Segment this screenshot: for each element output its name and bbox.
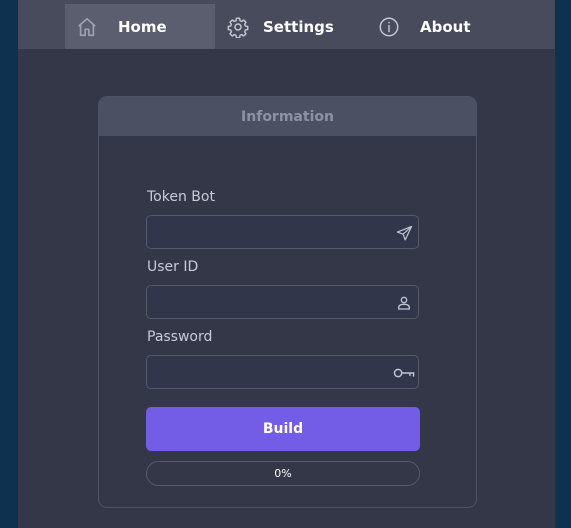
password-field <box>146 355 419 389</box>
info-icon <box>377 16 401 38</box>
user-icon <box>395 294 413 312</box>
nav-item-settings[interactable]: Settings <box>223 4 353 49</box>
home-icon <box>75 16 99 38</box>
token-bot-input[interactable] <box>147 216 403 248</box>
user-id-input[interactable] <box>147 286 403 318</box>
build-button[interactable]: Build <box>146 407 420 451</box>
gear-icon <box>226 16 250 38</box>
nav-item-home[interactable]: Home <box>65 4 215 49</box>
card-title: Information <box>99 97 476 136</box>
nav-item-label: About <box>420 17 471 36</box>
app-window: Home Settings About Information Token Bo… <box>18 0 555 528</box>
password-label: Password <box>147 329 213 345</box>
token-bot-field <box>146 215 419 249</box>
password-input[interactable] <box>147 356 403 388</box>
information-card: Information Token Bot User ID Password B… <box>98 96 477 508</box>
top-navigation: Home Settings About <box>18 0 555 49</box>
nav-item-about[interactable]: About <box>373 4 503 49</box>
user-id-label: User ID <box>147 259 199 275</box>
send-icon <box>395 224 413 242</box>
nav-item-label: Home <box>118 17 167 36</box>
progress-text: 0% <box>274 467 292 480</box>
token-bot-label: Token Bot <box>147 189 215 205</box>
user-id-field <box>146 285 419 319</box>
key-icon <box>393 364 415 382</box>
nav-item-label: Settings <box>263 17 334 36</box>
progress-bar: 0% <box>146 461 420 486</box>
